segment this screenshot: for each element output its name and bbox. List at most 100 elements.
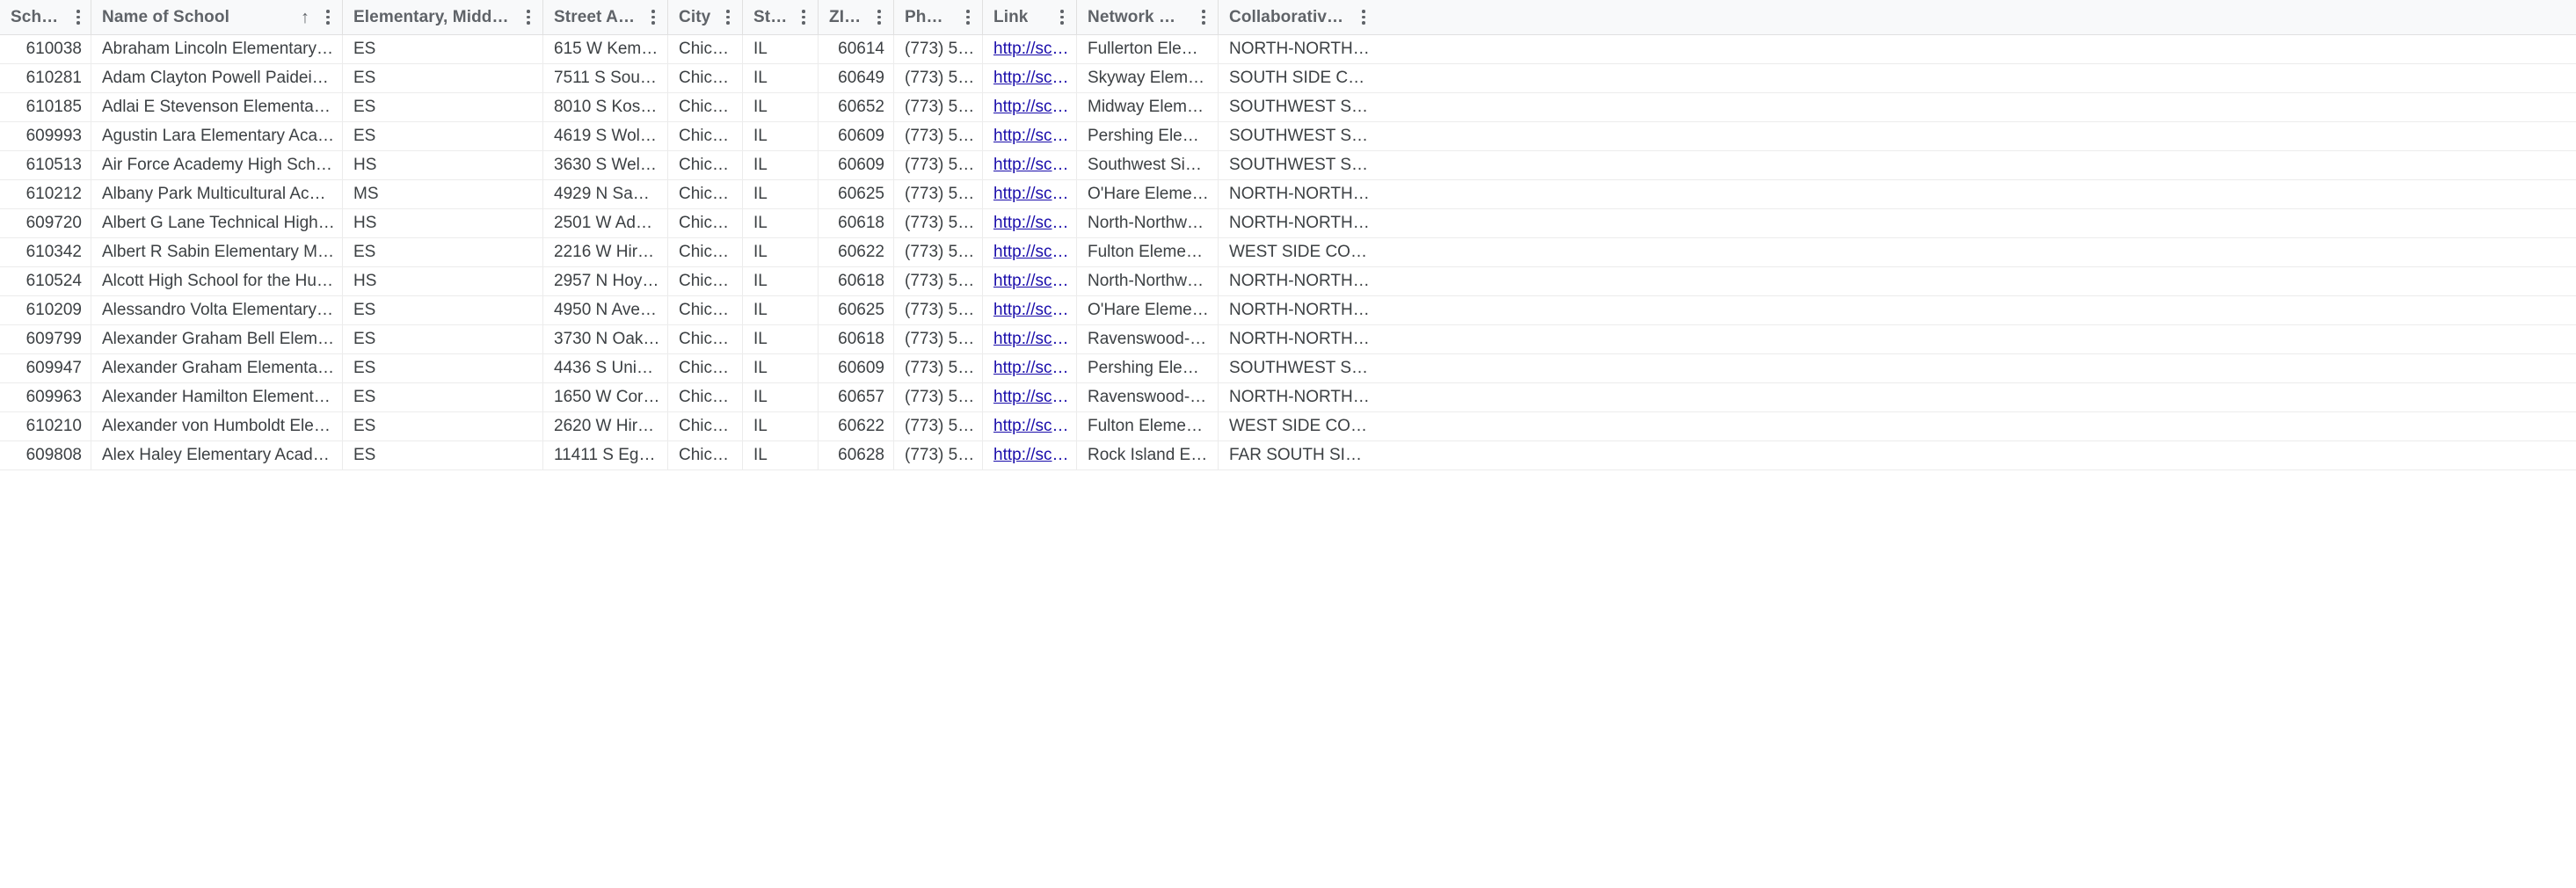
cell-network-manager[interactable]: Ravenswood-Ridge El... — [1077, 325, 1219, 353]
cell-school-id[interactable]: 610212 — [0, 180, 91, 208]
cell-network-manager[interactable]: North-Northwest Side ... — [1077, 267, 1219, 295]
table-row[interactable]: 610513 Air Force Academy High School HS 363… — [0, 151, 2576, 180]
cell-state[interactable]: IL — [743, 64, 819, 92]
cell-school-id[interactable]: 609963 — [0, 383, 91, 411]
column-header-link[interactable]: Link — [983, 0, 1077, 34]
column-header-network-manager[interactable]: Network Manager — [1077, 0, 1219, 34]
cell-name-of-school[interactable]: Alex Haley Elementary Academy — [91, 441, 343, 469]
cell-phone-number[interactable]: (773) 534-5... — [894, 267, 983, 295]
cell-link[interactable]: http://school... — [983, 354, 1077, 382]
school-website-link[interactable]: http://school... — [993, 98, 1069, 117]
cell-school-level[interactable]: HS — [343, 209, 543, 237]
cell-street-address[interactable]: 3730 N Oakley Ave — [543, 325, 668, 353]
table-row[interactable]: 609799 Alexander Graham Bell Elementary S… — [0, 325, 2576, 354]
cell-phone-number[interactable]: (773) 535-6... — [894, 64, 983, 92]
cell-school-id[interactable]: 610342 — [0, 238, 91, 266]
cell-street-address[interactable]: 4436 S Union Ave — [543, 354, 668, 382]
column-menu-icon[interactable] — [797, 8, 811, 27]
cell-school-level[interactable]: ES — [343, 64, 543, 92]
cell-phone-number[interactable]: (773) 534-5... — [894, 325, 983, 353]
table-row[interactable]: 610038 Abraham Lincoln Elementary School E… — [0, 35, 2576, 64]
column-header-name-of-school[interactable]: Name of School ↑ — [91, 0, 343, 34]
column-menu-icon[interactable] — [961, 8, 975, 27]
cell-link[interactable]: http://school... — [983, 441, 1077, 469]
cell-name-of-school[interactable]: Albert G Lane Technical High School — [91, 209, 343, 237]
cell-city[interactable]: Chicago — [668, 209, 743, 237]
column-menu-icon[interactable] — [1197, 8, 1211, 27]
cell-network-manager[interactable]: North-Northwest Side ... — [1077, 209, 1219, 237]
school-website-link[interactable]: http://school... — [993, 69, 1069, 88]
cell-school-level[interactable]: ES — [343, 93, 543, 121]
cell-zip-code[interactable]: 60622 — [819, 412, 894, 440]
cell-zip-code[interactable]: 60649 — [819, 64, 894, 92]
column-header-phone-number[interactable]: Phone N... — [894, 0, 983, 34]
cell-link[interactable]: http://school... — [983, 325, 1077, 353]
column-menu-icon[interactable] — [521, 8, 535, 27]
cell-zip-code[interactable]: 60625 — [819, 180, 894, 208]
cell-street-address[interactable]: 4929 N Sawyer Ave — [543, 180, 668, 208]
cell-network-manager[interactable]: Fulton Elementary Net... — [1077, 412, 1219, 440]
table-row[interactable]: 610212 Albany Park Multicultural Academy M… — [0, 180, 2576, 209]
cell-zip-code[interactable]: 60609 — [819, 151, 894, 179]
cell-school-id[interactable]: 609799 — [0, 325, 91, 353]
cell-street-address[interactable]: 615 W Kemper Pl — [543, 35, 668, 63]
cell-city[interactable]: Chicago — [668, 267, 743, 295]
cell-zip-code[interactable]: 60618 — [819, 267, 894, 295]
column-header-school-id[interactable]: School ID — [0, 0, 91, 34]
cell-phone-number[interactable]: (773) 535-4... — [894, 122, 983, 150]
cell-link[interactable]: http://school... — [983, 35, 1077, 63]
cell-network-manager[interactable]: Ravenswood-Ridge El... — [1077, 383, 1219, 411]
column-menu-icon[interactable] — [1055, 8, 1069, 27]
cell-name-of-school[interactable]: Alexander Graham Bell Elementary School — [91, 325, 343, 353]
cell-city[interactable]: Chicago — [668, 238, 743, 266]
table-row[interactable]: 610209 Alessandro Volta Elementary School… — [0, 296, 2576, 325]
cell-street-address[interactable]: 4619 S Wolcott Ave — [543, 122, 668, 150]
cell-collaborative-name[interactable]: SOUTHWEST SIDE COLL... — [1219, 122, 1378, 150]
school-website-link[interactable]: http://school... — [993, 301, 1069, 320]
cell-network-manager[interactable]: Rock Island Elementa... — [1077, 441, 1219, 469]
table-row[interactable]: 610342 Albert R Sabin Elementary Magnet S… — [0, 238, 2576, 267]
column-header-collaborative-name[interactable]: Collaborative Name — [1219, 0, 1378, 34]
cell-phone-number[interactable]: (773) 534-5... — [894, 296, 983, 324]
cell-city[interactable]: Chicago — [668, 64, 743, 92]
cell-zip-code[interactable]: 60618 — [819, 209, 894, 237]
cell-state[interactable]: IL — [743, 412, 819, 440]
cell-network-manager[interactable]: Southwest Side High ... — [1077, 151, 1219, 179]
cell-name-of-school[interactable]: Adam Clayton Powell Paideia Community ..… — [91, 64, 343, 92]
cell-collaborative-name[interactable]: NORTH-NORTHWEST SID... — [1219, 325, 1378, 353]
cell-school-id[interactable]: 610281 — [0, 64, 91, 92]
cell-school-level[interactable]: MS — [343, 180, 543, 208]
cell-state[interactable]: IL — [743, 180, 819, 208]
cell-link[interactable]: http://school... — [983, 93, 1077, 121]
cell-link[interactable]: http://school... — [983, 296, 1077, 324]
cell-city[interactable]: Chicago — [668, 325, 743, 353]
cell-collaborative-name[interactable]: SOUTHWEST SIDE COLL... — [1219, 354, 1378, 382]
cell-school-id[interactable]: 610209 — [0, 296, 91, 324]
cell-city[interactable]: Chicago — [668, 151, 743, 179]
cell-name-of-school[interactable]: Alcott High School for the Humanities — [91, 267, 343, 295]
cell-collaborative-name[interactable]: NORTH-NORTHWEST SID... — [1219, 35, 1378, 63]
cell-school-id[interactable]: 610185 — [0, 93, 91, 121]
column-header-city[interactable]: City — [668, 0, 743, 34]
cell-street-address[interactable]: 3630 S Wells St — [543, 151, 668, 179]
cell-phone-number[interactable]: (773) 535-1... — [894, 151, 983, 179]
cell-zip-code[interactable]: 60609 — [819, 122, 894, 150]
cell-street-address[interactable]: 2957 N Hoyne Ave — [543, 267, 668, 295]
cell-link[interactable]: http://school... — [983, 412, 1077, 440]
cell-network-manager[interactable]: O'Hare Elementary Ne... — [1077, 296, 1219, 324]
cell-school-id[interactable]: 609993 — [0, 122, 91, 150]
cell-city[interactable]: Chicago — [668, 383, 743, 411]
cell-network-manager[interactable]: Skyway Elementary N... — [1077, 64, 1219, 92]
cell-name-of-school[interactable]: Albany Park Multicultural Academy — [91, 180, 343, 208]
cell-collaborative-name[interactable]: NORTH-NORTHWEST SID... — [1219, 267, 1378, 295]
cell-link[interactable]: http://school... — [983, 383, 1077, 411]
cell-school-level[interactable]: HS — [343, 151, 543, 179]
cell-school-level[interactable]: ES — [343, 412, 543, 440]
school-website-link[interactable]: http://school... — [993, 185, 1069, 204]
table-row[interactable]: 610185 Adlai E Stevenson Elementary Schoo… — [0, 93, 2576, 122]
cell-collaborative-name[interactable]: FAR SOUTH SIDE COLLA... — [1219, 441, 1378, 469]
cell-network-manager[interactable]: O'Hare Elementary Ne... — [1077, 180, 1219, 208]
cell-state[interactable]: IL — [743, 151, 819, 179]
cell-network-manager[interactable]: Fulton Elementary Net... — [1077, 238, 1219, 266]
cell-name-of-school[interactable]: Adlai E Stevenson Elementary School — [91, 93, 343, 121]
